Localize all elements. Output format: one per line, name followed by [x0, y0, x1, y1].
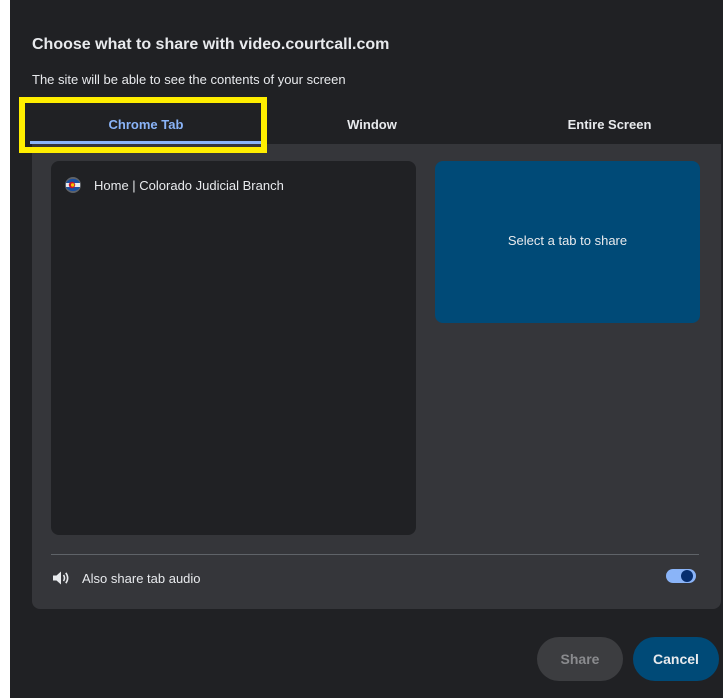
audio-label: Also share tab audio	[82, 570, 201, 586]
tab-list[interactable]: Home | Colorado Judicial Branch	[51, 161, 416, 535]
divider	[51, 554, 699, 555]
speaker-icon	[53, 571, 69, 585]
preview-placeholder-text: Select a tab to share	[507, 233, 628, 248]
highlight-annotation	[19, 97, 267, 153]
toggle-knob	[681, 570, 693, 582]
tab-window[interactable]: Window	[272, 115, 472, 135]
tab-title: Home | Colorado Judicial Branch	[94, 177, 284, 193]
share-button[interactable]: Share	[537, 637, 623, 681]
dialog-subtitle: The site will be able to see the content…	[32, 72, 346, 87]
tab-preview: Select a tab to share	[435, 161, 700, 323]
audio-toggle[interactable]	[666, 568, 698, 584]
audio-option: Also share tab audio	[52, 568, 201, 588]
tab-entire-screen[interactable]: Entire Screen	[497, 115, 722, 135]
cancel-button[interactable]: Cancel	[633, 637, 719, 681]
content-panel: Home | Colorado Judicial Branch Select a…	[32, 144, 721, 609]
colorado-flag-icon	[65, 177, 81, 193]
dialog-title: Choose what to share with video.courtcal…	[32, 36, 390, 53]
list-item[interactable]: Home | Colorado Judicial Branch	[65, 175, 284, 195]
